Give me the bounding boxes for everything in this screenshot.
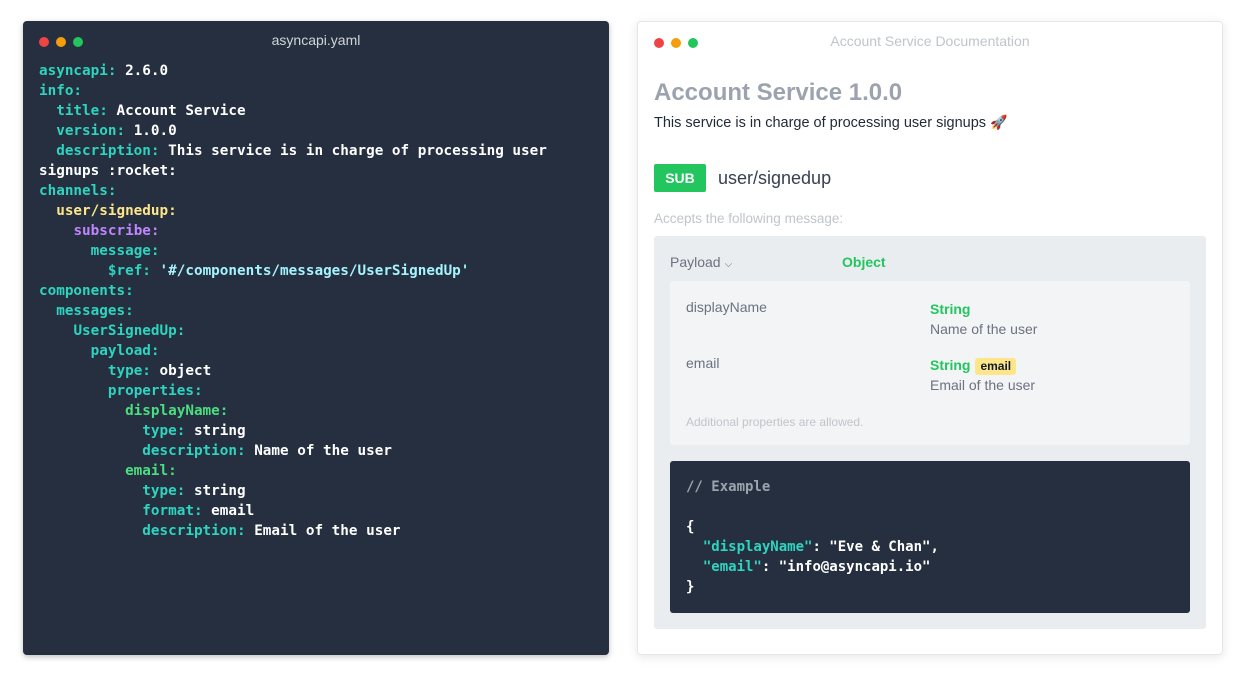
service-description-text: This service is in charge of processing … (654, 115, 987, 131)
code-key: email: (125, 463, 177, 479)
channel-name: user/signedup (718, 167, 832, 188)
code-key: messages: (56, 303, 134, 319)
property-details: String email Email of the user (930, 355, 1035, 395)
code-key: description: (56, 143, 160, 159)
payload-header: Payload ⌵ Object (670, 252, 1190, 272)
example-key: "email" (702, 559, 762, 575)
property-type-line: String email (930, 355, 1035, 375)
code-key: properties: (107, 383, 203, 399)
editor-title: asyncapi.yaml (271, 32, 361, 48)
payload-label: Payload (670, 254, 721, 270)
code-key: subscribe: (73, 223, 160, 239)
code-key: description: (142, 443, 246, 459)
example-brace: { (686, 519, 695, 535)
rocket-icon: 🚀 (990, 114, 1008, 130)
code-key: info: (39, 83, 83, 99)
accepts-label: Accepts the following message: (654, 211, 844, 226)
code-value: '#/components/messages/UserSignedUp' (150, 263, 470, 279)
code-value: 1.0.0 (125, 123, 177, 139)
code-value: Email of the user (245, 523, 401, 539)
code-value: string (185, 483, 246, 499)
yaml-code[interactable]: asyncapi: 2.6.0 info: title: Account Ser… (39, 61, 547, 541)
documentation-window: Account Service Documentation Account Se… (637, 21, 1223, 655)
property-description: Email of the user (930, 377, 1036, 393)
code-key: user/signedup: (56, 203, 177, 219)
code-key: type: (142, 423, 186, 439)
additional-properties-note: Additional properties are allowed. (686, 415, 864, 429)
example-value: : "Eve & Chan", (812, 539, 939, 555)
code-value: This service is in charge of processing … (159, 143, 547, 159)
property-name: displayName (686, 299, 767, 315)
example-value: : "info@asyncapi.io" (761, 559, 931, 575)
page-title: Account Service 1.0.0 (654, 79, 903, 106)
code-value: email (202, 503, 255, 519)
code-key: type: (142, 483, 186, 499)
operation-badge: SUB (654, 164, 706, 192)
code-value: 2.6.0 (116, 63, 169, 79)
code-key: displayName: (125, 403, 229, 419)
code-key: type: (107, 363, 151, 379)
property-row: displayName String Name of the user (686, 299, 1174, 339)
yaml-editor-window: asyncapi.yaml asyncapi: 2.6.0 info: titl… (23, 21, 609, 655)
example-code-block[interactable]: // Example { "displayName": "Eve & Chan"… (670, 461, 1190, 613)
code-value: string (185, 423, 246, 439)
property-details: String Name of the user (930, 299, 1037, 339)
payload-type: Object (842, 254, 886, 270)
properties-panel: displayName String Name of the user emai… (670, 281, 1190, 445)
code-key: components: (39, 283, 134, 299)
code-key: UserSignedUp: (73, 323, 186, 339)
code-key: title: (56, 103, 108, 119)
example-key: "displayName" (702, 539, 813, 555)
code-key: $ref: (107, 263, 151, 279)
property-row: email String email Email of the user (686, 355, 1174, 395)
property-type: String (930, 301, 971, 317)
code-value: Name of the user (245, 443, 392, 459)
code-key: message: (90, 243, 160, 259)
code-key: asyncapi: (39, 63, 117, 79)
format-badge: email (975, 358, 1017, 375)
code-value: Account Service (107, 103, 246, 119)
property-type: String (930, 357, 971, 373)
example-brace: } (686, 579, 695, 595)
code-key: channels: (39, 183, 117, 199)
channel-row[interactable]: SUB user/signedup (654, 164, 1206, 192)
editor-titlebar: asyncapi.yaml (23, 21, 609, 59)
property-description: Name of the user (930, 321, 1038, 337)
docs-titlebar: Account Service Documentation (638, 22, 1222, 60)
code-value: signups :rocket: (39, 163, 177, 179)
code-key: version: (56, 123, 126, 139)
code-key: payload: (90, 343, 160, 359)
docs-content: Account Service 1.0.0 This service is in… (654, 78, 1206, 629)
code-value: object (150, 363, 212, 379)
property-name: email (686, 355, 720, 371)
code-key: description: (142, 523, 246, 539)
chevron-down-icon: ⌵ (724, 259, 733, 270)
payload-toggle[interactable]: Payload ⌵ (670, 254, 842, 270)
message-payload: Payload ⌵ Object displayName String Name … (654, 236, 1206, 629)
example-comment: // Example (686, 479, 771, 495)
service-description: This service is in charge of processing … (654, 112, 1206, 133)
docs-window-title: Account Service Documentation (830, 33, 1030, 49)
example-code: // Example { "displayName": "Eve & Chan"… (686, 477, 1174, 597)
code-key: format: (142, 503, 203, 519)
